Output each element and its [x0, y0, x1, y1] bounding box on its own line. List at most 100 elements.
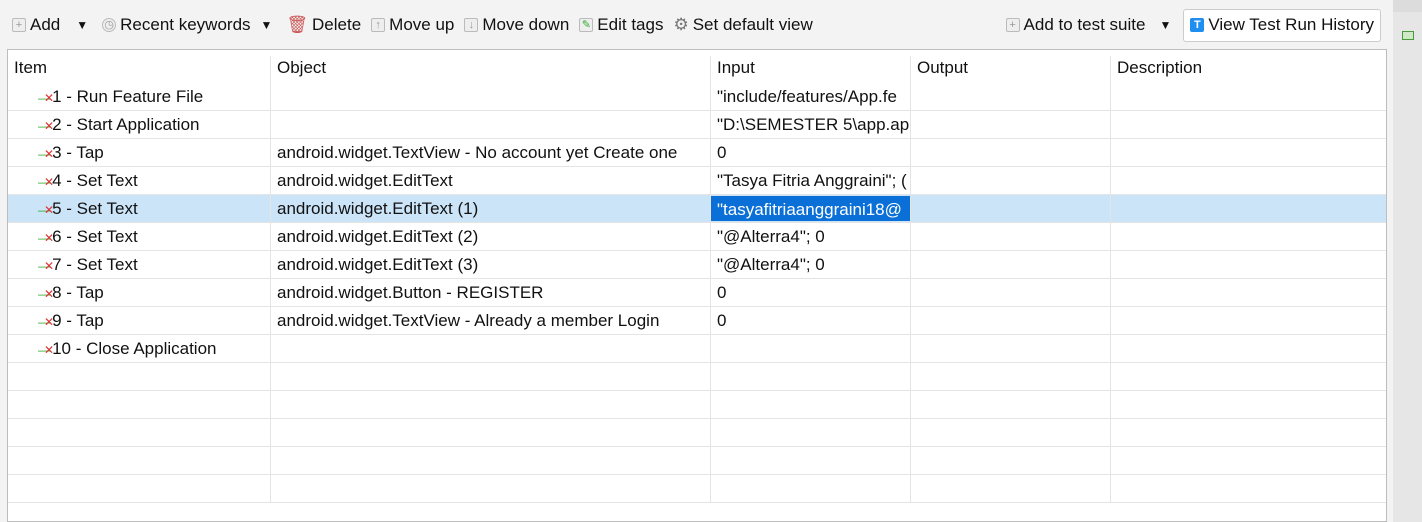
- output-cell[interactable]: [911, 83, 1111, 110]
- object-cell[interactable]: android.widget.EditText (1): [271, 195, 711, 222]
- input-cell[interactable]: 0: [711, 139, 911, 166]
- keyword-step-icon: —✕: [38, 119, 54, 133]
- add-to-suite-dropdown-icon[interactable]: ▼: [1159, 18, 1171, 32]
- output-cell[interactable]: [911, 111, 1111, 138]
- output-cell[interactable]: [911, 223, 1111, 250]
- object-cell: [271, 447, 711, 474]
- column-header-description[interactable]: Description: [1111, 56, 1386, 83]
- input-cell[interactable]: "D:\SEMESTER 5\app.apl: [711, 111, 911, 138]
- recent-dropdown-icon[interactable]: ▼: [261, 18, 273, 32]
- item-text: 2 - Start Application: [52, 115, 200, 134]
- keyword-step-icon: —✕: [38, 147, 54, 161]
- object-cell[interactable]: android.widget.Button - REGISTER: [271, 279, 711, 306]
- item-cell[interactable]: —✕ 8 - Tap: [8, 279, 271, 306]
- object-cell[interactable]: android.widget.EditText (3): [271, 251, 711, 278]
- output-cell[interactable]: [911, 279, 1111, 306]
- item-cell[interactable]: —✕ 1 - Run Feature File: [8, 83, 271, 110]
- description-cell[interactable]: [1111, 307, 1386, 334]
- object-cell[interactable]: [271, 83, 711, 110]
- object-cell[interactable]: android.widget.EditText (2): [271, 223, 711, 250]
- column-header-object[interactable]: Object: [271, 56, 711, 83]
- input-cell[interactable]: "@Alterra4"; 0: [711, 251, 911, 278]
- item-text: 6 - Set Text: [52, 227, 138, 246]
- keyword-step-icon: —✕: [38, 287, 54, 301]
- table-row[interactable]: —✕ 1 - Run Feature File "include/features/…: [8, 83, 1386, 111]
- description-cell[interactable]: [1111, 195, 1386, 222]
- output-cell[interactable]: [911, 167, 1111, 194]
- description-cell[interactable]: [1111, 167, 1386, 194]
- table-row[interactable]: —✕ 10 - Close Application: [8, 335, 1386, 363]
- table-row[interactable]: —✕ 6 - Set Text android.widget.EditText (2…: [8, 223, 1386, 251]
- input-text: "tasyafitriaanggraini18@: [717, 200, 902, 219]
- input-cell[interactable]: 0: [711, 307, 911, 334]
- keyword-step-icon: —✕: [38, 203, 54, 217]
- arrow-down-icon: ↓: [464, 18, 479, 32]
- output-cell[interactable]: [911, 139, 1111, 166]
- column-header-output[interactable]: Output: [911, 56, 1111, 83]
- edit-tags-button[interactable]: ✎ Edit tags: [579, 15, 663, 35]
- add-button[interactable]: + Add: [12, 15, 60, 35]
- description-cell[interactable]: [1111, 223, 1386, 250]
- item-cell[interactable]: —✕ 10 - Close Application: [8, 335, 271, 362]
- input-cell[interactable]: "include/features/App.fe: [711, 83, 911, 110]
- move-down-button[interactable]: ↓ Move down: [464, 15, 569, 35]
- window-icon[interactable]: [1402, 31, 1414, 40]
- input-cell[interactable]: [711, 335, 911, 362]
- item-cell[interactable]: —✕ 7 - Set Text: [8, 251, 271, 278]
- item-cell[interactable]: —✕ 9 - Tap: [8, 307, 271, 334]
- description-cell[interactable]: [1111, 251, 1386, 278]
- item-cell[interactable]: —✕ 6 - Set Text: [8, 223, 271, 250]
- recent-keywords-button[interactable]: ◷ Recent keywords: [102, 15, 251, 35]
- object-text: android.widget.TextView - Already a memb…: [277, 311, 660, 330]
- output-cell[interactable]: [911, 307, 1111, 334]
- item-text: 4 - Set Text: [52, 171, 138, 190]
- description-cell[interactable]: [1111, 83, 1386, 110]
- keyword-step-icon: —✕: [38, 175, 54, 189]
- output-cell[interactable]: [911, 251, 1111, 278]
- move-up-button[interactable]: ↑ Move up: [371, 15, 454, 35]
- table-row[interactable]: —✕ 5 - Set Text android.widget.EditText (1…: [8, 195, 1386, 223]
- object-cell[interactable]: android.widget.EditText: [271, 167, 711, 194]
- item-cell[interactable]: —✕ 4 - Set Text: [8, 167, 271, 194]
- set-default-view-button[interactable]: ⚙ Set default view: [673, 15, 812, 35]
- description-cell[interactable]: [1111, 335, 1386, 362]
- input-text: 0: [717, 283, 727, 302]
- object-cell[interactable]: android.widget.TextView - Already a memb…: [271, 307, 711, 334]
- delete-button[interactable]: 🗑 Delete: [286, 15, 361, 35]
- object-text: android.widget.EditText (2): [277, 227, 479, 246]
- description-cell[interactable]: [1111, 139, 1386, 166]
- table-row[interactable]: —✕ 7 - Set Text android.widget.EditText (3…: [8, 251, 1386, 279]
- table-row[interactable]: —✕ 4 - Set Text android.widget.EditText "Ta…: [8, 167, 1386, 195]
- output-cell[interactable]: [911, 195, 1111, 222]
- item-cell[interactable]: —✕ 3 - Tap: [8, 139, 271, 166]
- add-to-test-suite-button[interactable]: + Add to test suite: [1005, 15, 1145, 35]
- object-cell: [271, 391, 711, 418]
- item-cell: [8, 391, 271, 418]
- item-text: 8 - Tap: [52, 283, 104, 302]
- view-test-run-history-button[interactable]: T View Test Run History: [1183, 8, 1381, 42]
- item-cell[interactable]: —✕ 5 - Set Text: [8, 195, 271, 222]
- input-cell[interactable]: 0: [711, 279, 911, 306]
- keyword-step-icon: —✕: [38, 259, 54, 273]
- description-cell[interactable]: [1111, 111, 1386, 138]
- table-row[interactable]: —✕ 3 - Tap android.widget.TextView - No ac…: [8, 139, 1386, 167]
- object-cell[interactable]: [271, 111, 711, 138]
- keyword-step-icon: —✕: [38, 315, 54, 329]
- object-cell: [271, 363, 711, 390]
- table-row[interactable]: —✕ 8 - Tap android.widget.Button - REGISTE…: [8, 279, 1386, 307]
- table-row[interactable]: —✕ 2 - Start Application "D:\SEMESTER 5\ap…: [8, 111, 1386, 139]
- table-row[interactable]: —✕ 9 - Tap android.widget.TextView - Alrea…: [8, 307, 1386, 335]
- description-cell[interactable]: [1111, 279, 1386, 306]
- output-cell[interactable]: [911, 335, 1111, 362]
- object-cell[interactable]: android.widget.TextView - No account yet…: [271, 139, 711, 166]
- item-cell[interactable]: —✕ 2 - Start Application: [8, 111, 271, 138]
- object-text: android.widget.EditText (3): [277, 255, 479, 274]
- column-header-item[interactable]: Item: [8, 56, 271, 83]
- add-dropdown-icon[interactable]: ▼: [76, 18, 88, 32]
- item-cell: [8, 447, 271, 474]
- input-cell[interactable]: "Tasya Fitria Anggraini"; (: [711, 167, 911, 194]
- input-cell[interactable]: "@Alterra4"; 0: [711, 223, 911, 250]
- column-header-input[interactable]: Input: [711, 56, 911, 83]
- object-cell[interactable]: [271, 335, 711, 362]
- input-cell[interactable]: "tasyafitriaanggraini18@: [711, 196, 911, 221]
